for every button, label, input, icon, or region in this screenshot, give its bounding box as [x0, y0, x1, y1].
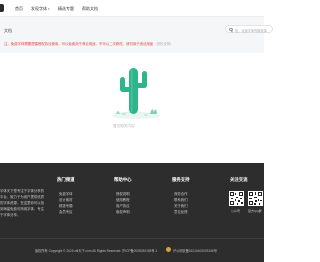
police-badge-icon: [166, 247, 171, 252]
footer-link[interactable]: 授权说明: [116, 191, 130, 196]
footer-divider: [0, 238, 264, 239]
search-placeholder: 如，欢速字体的微笑体: [235, 28, 267, 33]
nav-item-discover-fonts[interactable]: 发现字体▾: [31, 6, 50, 12]
copyright-text: 版权所有 Copyright © 2025 ziti天下.com All Rig…: [35, 249, 122, 253]
nav-item-help-docs[interactable]: 帮助文档: [82, 6, 98, 12]
nav-item-label: 发现字体: [31, 6, 47, 11]
footer-link[interactable]: 关于我们: [174, 203, 188, 208]
footer-link[interactable]: 联系我们: [174, 197, 188, 202]
search-input[interactable]: 如，欢速字体的微笑体: [225, 25, 273, 33]
empty-state-text: 暂无相关内容: [113, 124, 135, 128]
footer: 字体天下是专注于字体分享的平台，致力于为用户提供优质的字体资源，在这里你可以找到…: [0, 163, 264, 262]
qr-label-wechat: 公众号: [231, 209, 241, 213]
footer-link[interactable]: 免费字体: [59, 191, 73, 196]
footer-link[interactable]: 意见反馈: [174, 209, 188, 214]
chevron-down-icon: ▾: [48, 7, 50, 11]
footer-link[interactable]: 用户协议: [116, 203, 130, 208]
logo[interactable]: [0, 4, 4, 12]
breadcrumb[interactable]: 文档: [4, 28, 12, 34]
subheader: 文档 如，欢速字体的微笑体 注，免费字体需要遵循授权协议使用，可以免费用于商业用…: [0, 17, 273, 53]
footer-col-title-support: 服务支持: [172, 177, 190, 182]
footer-link[interactable]: 版权声明: [116, 209, 130, 214]
footer-about-text: 字体天下是专注于字体分享的平台，致力于为用户提供优质的字体资源，在这里你可以找到…: [0, 189, 45, 218]
nav-item-featured-topics[interactable]: 精选专题: [58, 6, 74, 12]
license-link[interactable]: （授权说明）: [153, 42, 173, 46]
footer-col-title-popular: 热门频道: [57, 177, 75, 182]
qr-code-qq-group: [248, 191, 263, 206]
license-notice: 注，免费字体需要遵循授权协议使用，可以免费用于商业用途，不可以二次修改，请勿用于…: [4, 41, 174, 46]
top-navigation: 首页 发现字体▾ 精选专题 帮助文档: [0, 0, 264, 16]
icp-record-link[interactable]: 沪ICP备2025030155号-1: [122, 248, 157, 253]
footer-link[interactable]: 会员专区: [59, 209, 73, 214]
public-security-record-link[interactable]: 沪公网安备31010402003156号: [173, 248, 217, 253]
footer-link[interactable]: 设计素材: [59, 197, 73, 202]
footer-col-title-follow: 关注交流: [230, 177, 248, 182]
notice-text: 注，免费字体需要遵循授权协议使用，可以免费用于商业用途，不可以二次修改，请勿用于…: [4, 42, 154, 46]
qr-label-qq-group: 官方QQ群: [248, 209, 262, 213]
empty-state-illustration: [110, 60, 162, 122]
qr-code-wechat: [229, 191, 244, 206]
footer-link[interactable]: 商务合作: [174, 191, 188, 196]
footer-link[interactable]: 精选专题: [59, 203, 73, 208]
search-icon[interactable]: [229, 27, 233, 31]
nav-item-home[interactable]: 首页: [15, 6, 23, 12]
footer-col-title-help: 帮助中心: [114, 177, 132, 182]
footer-link[interactable]: 使用教程: [116, 197, 130, 202]
